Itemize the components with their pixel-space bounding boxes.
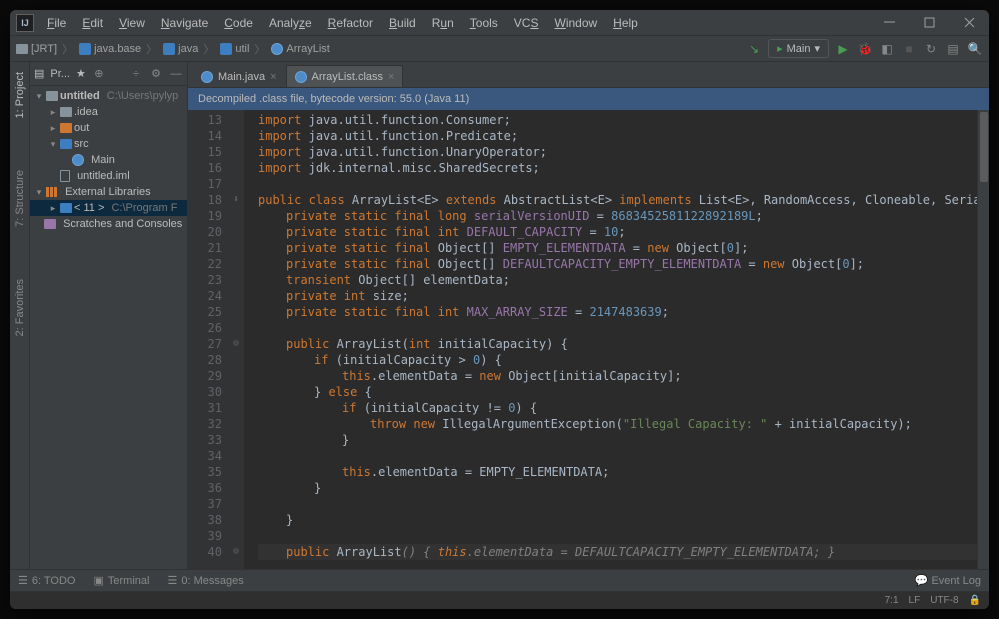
- tool-tab-favorites[interactable]: 2: Favorites: [12, 273, 28, 342]
- editor-area: Main.java× ArrayList.class× Decompiled .…: [188, 62, 989, 569]
- sidebar-header: ▤Pr...★ ⊕ ÷ ⚙ —: [30, 62, 187, 86]
- tree-jdk[interactable]: ▸< 11 > C:\Program F: [30, 200, 187, 216]
- menu-code[interactable]: Code: [217, 13, 260, 33]
- hide-icon[interactable]: —: [169, 67, 183, 81]
- scrollbar-thumb[interactable]: [980, 112, 988, 182]
- crumb-arraylist[interactable]: ArrayList: [271, 43, 329, 55]
- tool-tab-structure[interactable]: 7: Structure: [12, 164, 28, 233]
- crumb-util[interactable]: util〉: [220, 41, 267, 57]
- close-icon[interactable]: ×: [388, 71, 394, 83]
- window-close-button[interactable]: [949, 10, 989, 36]
- menu-help[interactable]: Help: [606, 13, 645, 33]
- breadcrumb: [JRT]〉 java.base〉 java〉 util〉 ArrayList: [16, 41, 330, 57]
- tree-src-folder[interactable]: ▾src: [30, 136, 187, 152]
- run-configuration-selector[interactable]: ▸ Main ▾: [768, 39, 829, 58]
- code-content[interactable]: import java.util.function.Consumer; impo…: [244, 110, 977, 569]
- gutter-marks: ⬇ ⊖ ⊖: [228, 110, 244, 569]
- app-icon: IJ: [16, 14, 34, 32]
- fold-mark-icon[interactable]: ⊖: [228, 336, 244, 352]
- tree-iml-file[interactable]: untitled.iml: [30, 168, 187, 184]
- tree-out-folder[interactable]: ▸out: [30, 120, 187, 136]
- run-config-label: Main: [787, 43, 811, 55]
- fold-mark-icon[interactable]: ⊖: [228, 544, 244, 560]
- menu-run[interactable]: Run: [425, 13, 461, 33]
- status-terminal[interactable]: ▣Terminal: [93, 574, 149, 587]
- build-icon[interactable]: ↘: [746, 41, 762, 57]
- tab-main-java[interactable]: Main.java×: [192, 65, 286, 87]
- close-icon[interactable]: ×: [270, 71, 276, 83]
- dropdown-icon: ▾: [814, 42, 820, 55]
- menu-refactor[interactable]: Refactor: [321, 13, 380, 33]
- status-bar: ☰6: TODO ▣Terminal ☰0: Messages 💬 Event …: [10, 569, 989, 591]
- footer-bar: 7:1 LF UTF-8 🔒: [10, 591, 989, 609]
- tree-idea-folder[interactable]: ▸.idea: [30, 104, 187, 120]
- menu-analyze[interactable]: Analyze: [262, 13, 319, 33]
- crumb-javabase[interactable]: java.base〉: [79, 41, 159, 57]
- menu-edit[interactable]: Edit: [75, 13, 110, 33]
- search-everywhere-icon[interactable]: 🔍: [967, 41, 983, 57]
- tab-arraylist-class[interactable]: ArrayList.class×: [286, 65, 404, 87]
- stop-icon[interactable]: ■: [901, 41, 917, 57]
- status-messages[interactable]: ☰0: Messages: [167, 574, 243, 587]
- menu-view[interactable]: View: [112, 13, 152, 33]
- settings-icon[interactable]: ⚙: [149, 67, 163, 81]
- menu-window[interactable]: Window: [547, 13, 604, 33]
- editor-tabs: Main.java× ArrayList.class×: [188, 62, 989, 88]
- status-todo[interactable]: ☰6: TODO: [18, 574, 75, 587]
- sidebar-title: Pr...: [50, 68, 70, 80]
- project-sidebar: ▤Pr...★ ⊕ ÷ ⚙ — ▾untitled C:\Users\pylyp…: [30, 62, 188, 569]
- tree-main-class[interactable]: Main: [30, 152, 187, 168]
- tool-window-bar: 1: Project 7: Structure 2: Favorites: [10, 62, 30, 569]
- tree-project-root[interactable]: ▾untitled C:\Users\pylyp: [30, 88, 187, 104]
- menu-file[interactable]: FFileile: [40, 13, 73, 33]
- collapse-icon[interactable]: ÷: [129, 67, 143, 81]
- coverage-icon[interactable]: ◧: [879, 41, 895, 57]
- caret-position[interactable]: 7:1: [885, 595, 899, 606]
- line-gutter: 13141516 17181920 21222324 25262728 2930…: [188, 110, 228, 569]
- menu-navigate[interactable]: Navigate: [154, 13, 215, 33]
- project-tree: ▾untitled C:\Users\pylyp ▸.idea ▸out ▾sr…: [30, 86, 187, 569]
- menu-tools[interactable]: Tools: [463, 13, 505, 33]
- navigation-bar: [JRT]〉 java.base〉 java〉 util〉 ArrayList …: [10, 36, 989, 62]
- main-menu: FFileile Edit View Navigate Code Analyze…: [40, 13, 645, 33]
- update-icon[interactable]: ↻: [923, 41, 939, 57]
- crumb-java[interactable]: java〉: [163, 41, 216, 57]
- decompiled-banner: Decompiled .class file, bytecode version…: [188, 88, 989, 110]
- menu-build[interactable]: Build: [382, 13, 423, 33]
- tree-scratches[interactable]: Scratches and Consoles: [30, 216, 187, 232]
- status-event-log[interactable]: 💬 Event Log: [915, 574, 981, 587]
- window-maximize-button[interactable]: [909, 10, 949, 36]
- project-structure-icon[interactable]: ▤: [945, 41, 961, 57]
- code-editor[interactable]: 13141516 17181920 21222324 25262728 2930…: [188, 110, 989, 569]
- crumb-jrt[interactable]: [JRT]〉: [16, 41, 75, 57]
- file-encoding[interactable]: UTF-8: [930, 595, 958, 606]
- window-minimize-button[interactable]: [869, 10, 909, 36]
- title-bar: IJ FFileile Edit View Navigate Code Anal…: [10, 10, 989, 36]
- override-mark-icon[interactable]: ⬇: [228, 192, 244, 208]
- run-icon[interactable]: ▶: [835, 41, 851, 57]
- line-separator[interactable]: LF: [909, 595, 921, 606]
- lock-icon[interactable]: 🔒: [969, 595, 981, 606]
- locate-icon[interactable]: ⊕: [92, 67, 106, 81]
- vertical-scrollbar[interactable]: [977, 110, 989, 569]
- tree-external-libraries[interactable]: ▾ External Libraries: [30, 184, 187, 200]
- tool-tab-project[interactable]: 1: Project: [12, 66, 28, 124]
- menu-vcs[interactable]: VCS: [507, 13, 546, 33]
- debug-icon[interactable]: 🐞: [857, 41, 873, 57]
